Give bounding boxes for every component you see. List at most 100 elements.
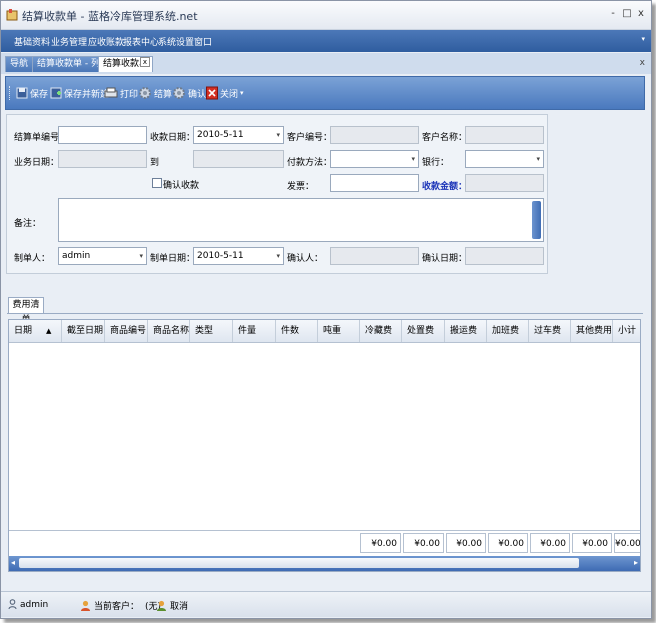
confirm-date-label: 确认日期： [422,254,468,264]
remark-label: 备注： [14,219,42,229]
confirm-button[interactable]: 确认 [172,85,206,101]
amount-field[interactable] [465,174,544,192]
toolbar-grip[interactable] [9,86,13,100]
close-button[interactable]: 关闭 [206,85,238,101]
column-header-vehicle-fee[interactable]: 过车费 [529,320,571,342]
chevron-down-icon[interactable]: ▾ [536,151,540,167]
save-new-icon [50,87,62,99]
bank-label: 银行： [422,158,450,168]
total-subtotal: ¥0.00 [614,533,640,553]
column-header-handling-fee[interactable]: 搬运费 [445,320,487,342]
column-header-date-label: 日期 [14,326,33,336]
customer-no-field[interactable] [330,126,419,144]
column-header-piece-volume[interactable]: 件量 [233,320,276,342]
confirm-receipt-label[interactable]: 确认收款 [163,178,199,191]
column-header-product-name[interactable]: 商品名称 [148,320,190,342]
column-header-piece-count[interactable]: 件数 [276,320,318,342]
column-header-type[interactable]: 类型 [190,320,233,342]
window-title: 结算收款单 - 蓝格冷库管理系统.net [22,10,198,23]
customer-name-field[interactable] [465,126,544,144]
status-bar: admin 当前客户： (无) 取消 [1,591,651,617]
chevron-down-icon[interactable]: ▾ [276,127,280,143]
column-header-cold-storage-fee[interactable]: 冷藏费 [360,320,402,342]
customer-icon [81,600,90,611]
column-header-end-date[interactable]: 截至日期 [62,320,105,342]
create-date-label: 制单日期： [150,254,196,264]
biz-date-from-field[interactable] [58,150,147,168]
save-label: 保存 [30,89,49,100]
chevron-down-icon[interactable]: ▾ [276,248,280,264]
amount-label: 收款金额： [422,182,468,192]
print-button[interactable]: 打印 [104,85,138,101]
user-icon [8,599,17,610]
customer-name-label: 客户名称： [422,133,468,143]
close-icon [206,86,218,100]
create-date-picker[interactable]: 2010-5-11 ▾ [193,247,284,265]
menu-bar: 基础资料 业务管理 应收账款 报表中心 系统设置 窗口 ▾ [1,30,651,52]
cancel-label: 取消 [170,602,189,612]
column-header-overtime-fee[interactable]: 加班费 [487,320,529,342]
chevron-down-icon[interactable]: ▾ [139,248,143,264]
save-and-new-button[interactable]: 保存并新建 [50,85,109,101]
receipt-date-label: 收款日期： [150,133,196,143]
tab-expense-list[interactable]: 费用清单 [8,297,44,325]
scroll-right-icon[interactable]: ▸ [634,558,638,567]
grid-header: 日期 ▲ 截至日期 商品编号 商品名称 类型 件量 件数 吨重 冷藏费 处置费 … [9,320,640,343]
total-vehicle-fee: ¥0.00 [530,533,570,553]
bank-select[interactable]: ▾ [465,150,544,168]
settle-no-field[interactable] [58,126,147,144]
chevron-down-icon[interactable]: ▾ [641,35,645,43]
invoice-field[interactable] [330,174,419,192]
confirm-date-field[interactable] [465,247,544,265]
menu-settings[interactable]: 系统设置 [158,35,194,48]
cancel-customer-button[interactable]: 取消 [156,599,188,612]
column-header-product-no[interactable]: 商品编号 [105,320,148,342]
total-cold-storage-fee: ¥0.00 [360,533,401,553]
menu-business[interactable]: 业务管理 [51,35,87,48]
tab-divider [7,313,643,314]
column-header-date[interactable]: 日期 ▲ [9,320,62,342]
close-window-button[interactable]: x [635,8,647,19]
settlement-form: 结算单编号： 收款日期： 2010-5-11 ▾ 客户编号： 客户名称： 业务日期… [6,114,548,274]
confirmer-field[interactable] [330,247,419,265]
menu-receivables[interactable]: 应收账款 [88,35,124,48]
to-label: 到 [150,158,160,168]
status-user: admin [8,599,48,610]
menu-window[interactable]: 窗口 [194,35,212,48]
receipt-date-value: 2010-5-11 [197,130,244,140]
save-and-new-label: 保存并新建 [64,89,110,100]
horizontal-scrollbar[interactable]: ◂ ▸ [9,556,640,571]
toolbar: 保存 保存并新建 打印 结算 确认 关闭 ▾ [5,76,645,110]
save-button[interactable]: 保存 [16,85,48,101]
creator-label: 制单人： [14,254,51,264]
column-header-subtotal[interactable]: 小计 [613,320,640,342]
maximize-button[interactable]: □ [621,8,633,19]
scrollbar-thumb[interactable] [19,558,579,568]
total-overtime-fee: ¥0.00 [488,533,528,553]
remark-scrollbar[interactable] [532,201,541,239]
receipt-date-picker[interactable]: 2010-5-11 ▾ [193,126,284,144]
close-all-tabs-icon[interactable]: x [640,58,645,68]
menu-reports[interactable]: 报表中心 [123,35,159,48]
column-header-tonnage[interactable]: 吨重 [318,320,360,342]
column-header-disposal-fee[interactable]: 处置费 [402,320,445,342]
sort-ascending-icon: ▲ [46,327,52,335]
status-current-customer: 当前客户： (无) [80,599,161,612]
toolbar-overflow-icon[interactable]: ▾ [240,85,244,101]
column-header-other-fee[interactable]: 其他费用 [571,320,613,342]
creator-select[interactable]: admin ▾ [58,247,147,265]
title-bar: 结算收款单 - 蓝格冷库管理系统.net - □ x [1,1,651,30]
pay-method-select[interactable]: ▾ [330,150,419,168]
tab-navigation[interactable]: 导航 [5,56,34,72]
confirm-receipt-checkbox[interactable] [152,178,162,188]
chevron-down-icon[interactable]: ▾ [411,151,415,167]
creator-value: admin [62,251,91,261]
menu-basic-data[interactable]: 基础资料 [14,35,50,48]
settle-button[interactable]: 结算 [138,85,172,101]
biz-date-to-field[interactable] [193,150,284,168]
scroll-left-icon[interactable]: ◂ [11,558,15,567]
minimize-button[interactable]: - [607,8,619,19]
remark-textarea[interactable] [58,198,544,242]
app-window: 结算收款单 - 蓝格冷库管理系统.net - □ x 基础资料 业务管理 应收账… [0,0,652,619]
tab-close-icon[interactable]: x [140,57,150,67]
